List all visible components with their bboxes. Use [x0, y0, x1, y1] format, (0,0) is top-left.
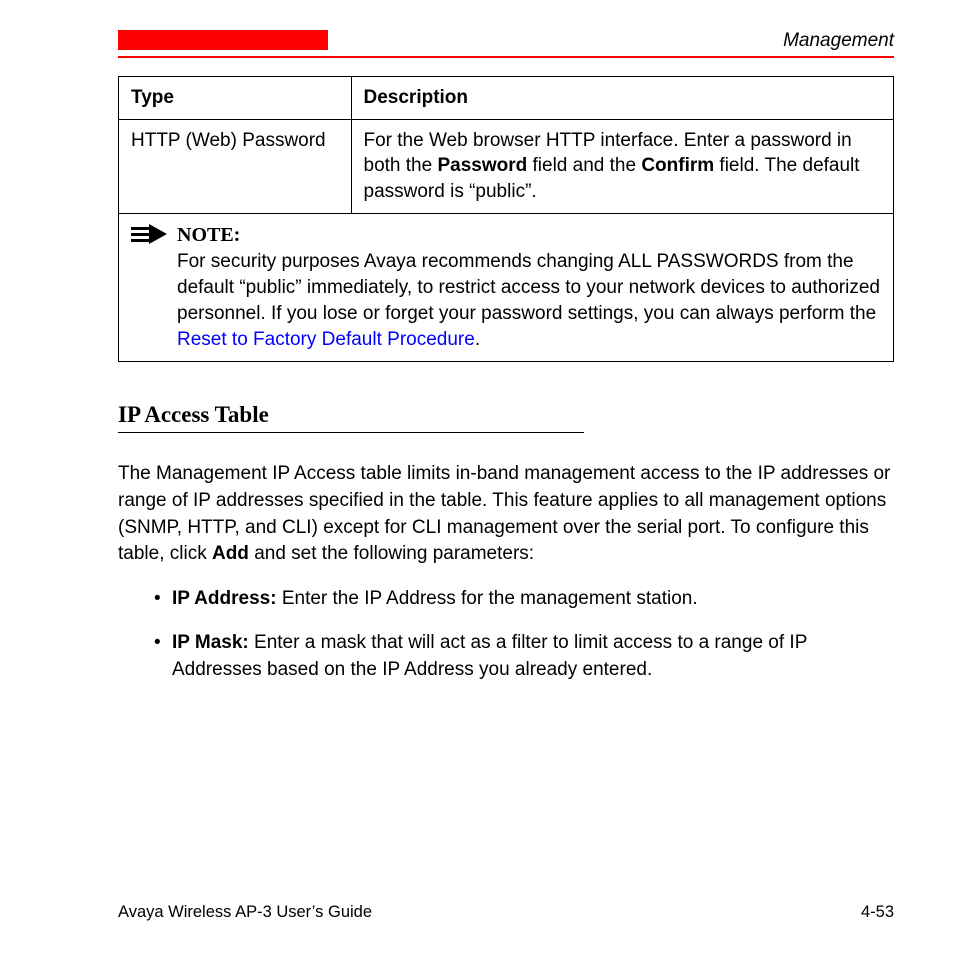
note-text-part: For security purposes Avaya recommends c… — [177, 251, 880, 324]
header-section-title: Management — [783, 30, 894, 52]
bullet-text: Enter the IP Address for the management … — [277, 588, 698, 609]
cell-type: HTTP (Web) Password — [119, 119, 352, 213]
desc-bold-password: Password — [437, 155, 527, 176]
para-bold-add: Add — [212, 543, 249, 564]
list-item: IP Mask: Enter a mask that will act as a… — [154, 630, 894, 683]
list-item: IP Address: Enter the IP Address for the… — [154, 586, 894, 613]
desc-text: field and the — [527, 155, 641, 176]
reset-factory-link[interactable]: Reset to Factory Default Procedure — [177, 329, 475, 350]
section-rule — [118, 432, 584, 433]
note-text: For security purposes Avaya recommends c… — [177, 249, 881, 354]
footer-page-number: 4-53 — [861, 903, 894, 922]
bullet-label: IP Address: — [172, 588, 277, 609]
bullet-text: Enter a mask that will act as a filter t… — [172, 632, 807, 680]
header-rule — [118, 56, 894, 58]
para-text: and set the following parameters: — [249, 543, 534, 564]
desc-bold-confirm: Confirm — [641, 155, 714, 176]
table-note-row: NOTE: For security purposes Avaya recomm… — [119, 213, 894, 362]
cell-description: For the Web browser HTTP interface. Ente… — [351, 119, 894, 213]
table-header-row: Type Description — [119, 77, 894, 120]
page-footer: Avaya Wireless AP-3 User’s Guide 4-53 — [118, 903, 894, 922]
header-red-bar — [118, 30, 328, 50]
footer-guide-title: Avaya Wireless AP-3 User’s Guide — [118, 903, 372, 922]
section-heading: IP Access Table — [118, 402, 894, 428]
table-row: HTTP (Web) Password For the Web browser … — [119, 119, 894, 213]
note-arrow-icon — [131, 224, 169, 252]
section-paragraph: The Management IP Access table limits in… — [118, 461, 894, 567]
note-cell: NOTE: For security purposes Avaya recomm… — [119, 213, 894, 362]
note-text-part: . — [475, 329, 480, 350]
bullet-label: IP Mask: — [172, 632, 249, 653]
parameter-list: IP Address: Enter the IP Address for the… — [118, 586, 894, 684]
table-header-type: Type — [119, 77, 352, 120]
table-header-description: Description — [351, 77, 894, 120]
password-table: Type Description HTTP (Web) Password For… — [118, 76, 894, 362]
note-label: NOTE: — [177, 224, 240, 246]
